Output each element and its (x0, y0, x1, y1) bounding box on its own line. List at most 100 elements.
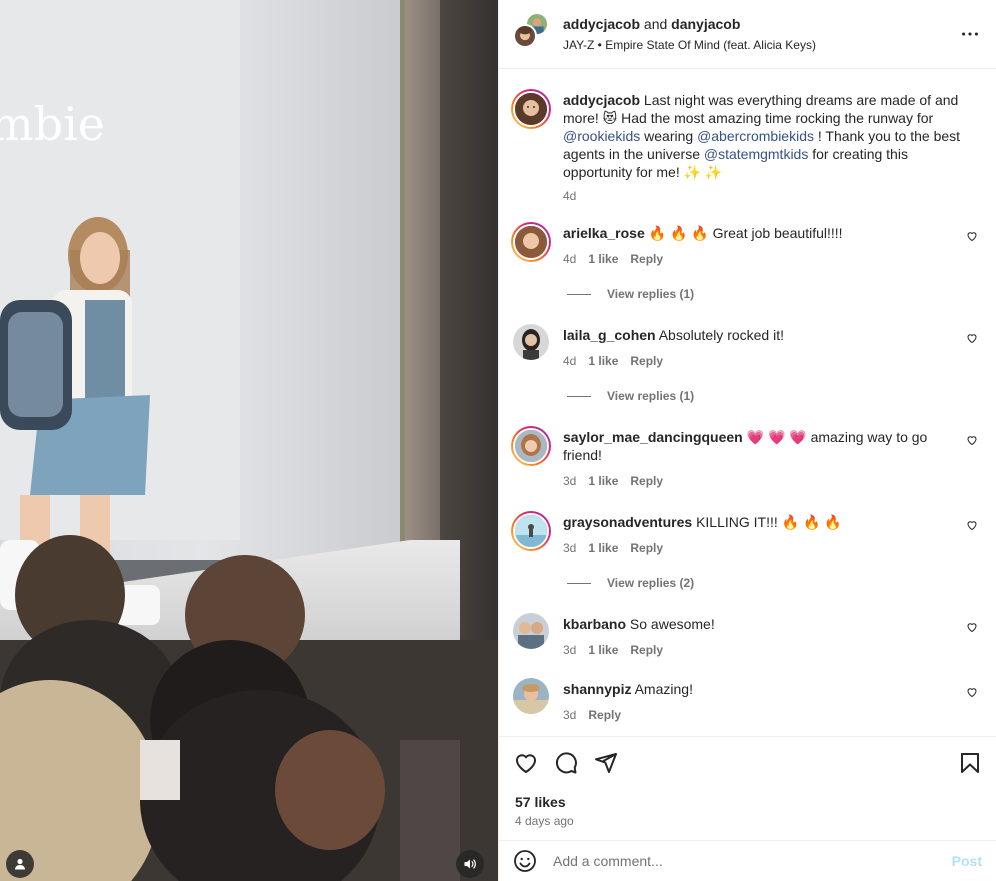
mention-statemgmtkids[interactable]: @statemgmtkids (704, 146, 808, 162)
caption-avatar[interactable] (511, 89, 551, 129)
comment-time[interactable]: 4d (563, 353, 576, 369)
share-paper-plane-icon[interactable] (594, 751, 618, 775)
comment-username[interactable]: graysonadventures (563, 514, 692, 530)
comment-likes[interactable]: 1 like (588, 353, 618, 369)
like-heart-icon[interactable] (514, 751, 538, 775)
add-comment-bar: Post (499, 840, 996, 881)
comment-likes[interactable]: 1 like (588, 642, 618, 658)
comment-meta: 3d Reply (563, 707, 952, 723)
comments-list[interactable]: addycjacob Last night was everything dre… (499, 69, 996, 736)
avatar-addycjacob[interactable] (513, 24, 537, 48)
comment-item: kbarbano So awesome! 3d 1 like Reply (513, 613, 980, 658)
audio-toggle-button[interactable] (456, 850, 484, 878)
comment-avatar[interactable] (511, 222, 551, 262)
comment-meta: 3d 1 like Reply (563, 642, 952, 658)
view-replies-button[interactable]: View replies (2) (567, 575, 980, 591)
comment-avatar[interactable] (513, 678, 549, 714)
mention-abercrombiekids[interactable]: @abercrombiekids (697, 128, 814, 144)
caption-username[interactable]: addycjacob (563, 92, 640, 108)
comment-item: arielka_rose 🔥 🔥 🔥 Great job beautiful!!… (511, 222, 980, 267)
comment-avatar[interactable] (511, 511, 551, 551)
comment-username[interactable]: shannypiz (563, 681, 631, 697)
comment-meta: 4d 1 like Reply (563, 353, 952, 369)
comment-text: Absolutely rocked it! (658, 327, 785, 343)
likes-count[interactable]: 57 likes (515, 794, 566, 810)
person-icon (15, 858, 25, 870)
post-side-panel: addycjacob and danyjacob JAY-Z • Empire … (498, 0, 996, 881)
video-frame: mbie (0, 0, 498, 881)
comment-meta: 3d 1 like Reply (563, 540, 952, 556)
view-replies-button[interactable]: View replies (1) (567, 388, 980, 404)
comment-time[interactable]: 3d (563, 642, 576, 658)
save-bookmark-icon[interactable] (958, 751, 982, 775)
reply-button[interactable]: Reply (630, 473, 663, 489)
speaker-icon (464, 859, 476, 869)
comment-text: 🔥 🔥 🔥 Great job beautiful!!!! (648, 225, 843, 241)
reply-button[interactable]: Reply (588, 707, 621, 723)
post-comment-button[interactable]: Post (952, 853, 982, 869)
caption-time[interactable]: 4d (563, 188, 576, 204)
comment-item: saylor_mae_dancingqueen 💗 💗 💗 amazing wa… (511, 426, 980, 489)
view-replies-button[interactable]: View replies (1) (567, 286, 980, 302)
view-replies-label: View replies (1) (607, 389, 695, 403)
comment-avatar[interactable] (511, 426, 551, 466)
comment-likes[interactable]: 1 like (588, 251, 618, 267)
comment-username[interactable]: arielka_rose (563, 225, 645, 241)
comment-meta: 3d 1 like Reply (563, 473, 952, 489)
like-comment-heart-icon[interactable] (966, 230, 978, 242)
reply-button[interactable]: Reply (630, 642, 663, 658)
comment-time[interactable]: 4d (563, 251, 576, 267)
backdrop-text: mbie (0, 97, 105, 151)
like-comment-heart-icon[interactable] (966, 434, 978, 446)
comment-username[interactable]: saylor_mae_dancingqueen (563, 429, 743, 445)
header-username-2[interactable]: danyjacob (671, 16, 740, 32)
reply-button[interactable]: Reply (630, 251, 663, 267)
like-comment-heart-icon[interactable] (966, 519, 978, 531)
comment-avatar[interactable] (513, 613, 549, 649)
comment-likes[interactable]: 1 like (588, 473, 618, 489)
post-actions: 57 likes 4 days ago (499, 736, 996, 840)
comment-meta: 4d 1 like Reply (563, 251, 952, 267)
like-comment-heart-icon[interactable] (966, 621, 978, 633)
comment-item: shannypiz Amazing! 3d Reply (513, 678, 980, 723)
more-options-button[interactable] (958, 22, 982, 46)
comment-time[interactable]: 3d (563, 473, 576, 489)
emoji-icon[interactable] (513, 849, 537, 873)
caption-part-2: wearing (640, 128, 698, 144)
comment-text: KILLING IT!!! 🔥 🔥 🔥 (696, 514, 842, 530)
comment-username[interactable]: laila_g_cohen (563, 327, 656, 343)
header-and: and (643, 16, 668, 32)
like-comment-heart-icon[interactable] (966, 332, 978, 344)
post-video[interactable]: mbie (0, 0, 498, 881)
post-timestamp[interactable]: 4 days ago (515, 814, 574, 828)
mention-rookiekids[interactable]: @rookiekids (563, 128, 640, 144)
comment-username[interactable]: kbarbano (563, 616, 626, 632)
view-replies-label: View replies (1) (607, 287, 695, 301)
comment-text: So awesome! (629, 616, 715, 632)
post-dialog: mbie addycjacob and danyjacob JAY-Z • Em… (0, 0, 996, 881)
reply-button[interactable]: Reply (630, 540, 663, 556)
comment-time[interactable]: 3d (563, 540, 576, 556)
comment-text: Amazing! (634, 681, 693, 697)
comment-likes[interactable]: 1 like (588, 540, 618, 556)
comment-input[interactable] (553, 853, 952, 869)
caption: addycjacob Last night was everything dre… (511, 89, 980, 204)
header-username-1[interactable]: addycjacob (563, 16, 640, 32)
caption-meta: 4d (563, 188, 976, 204)
like-comment-heart-icon[interactable] (966, 686, 978, 698)
comment-time[interactable]: 3d (563, 707, 576, 723)
comment-item: laila_g_cohen Absolutely rocked it! 4d 1… (513, 324, 980, 369)
reply-button[interactable]: Reply (630, 353, 663, 369)
audio-attribution-link[interactable]: JAY-Z • Empire State Of Mind (feat. Alic… (563, 37, 958, 53)
comment-avatar[interactable] (513, 324, 549, 360)
header-users: addycjacob and danyjacob (563, 15, 958, 33)
header-text: addycjacob and danyjacob JAY-Z • Empire … (563, 15, 958, 53)
collab-avatars[interactable] (513, 12, 549, 52)
tagged-users-button[interactable] (6, 850, 34, 878)
comment-bubble-icon[interactable] (554, 751, 578, 775)
caption-text: addycjacob Last night was everything dre… (563, 91, 976, 181)
comment-item: graysonadventures KILLING IT!!! 🔥 🔥 🔥 3d… (511, 511, 980, 556)
view-replies-label: View replies (2) (607, 576, 695, 590)
more-horizontal-icon (962, 32, 978, 36)
post-header: addycjacob and danyjacob JAY-Z • Empire … (499, 0, 996, 69)
